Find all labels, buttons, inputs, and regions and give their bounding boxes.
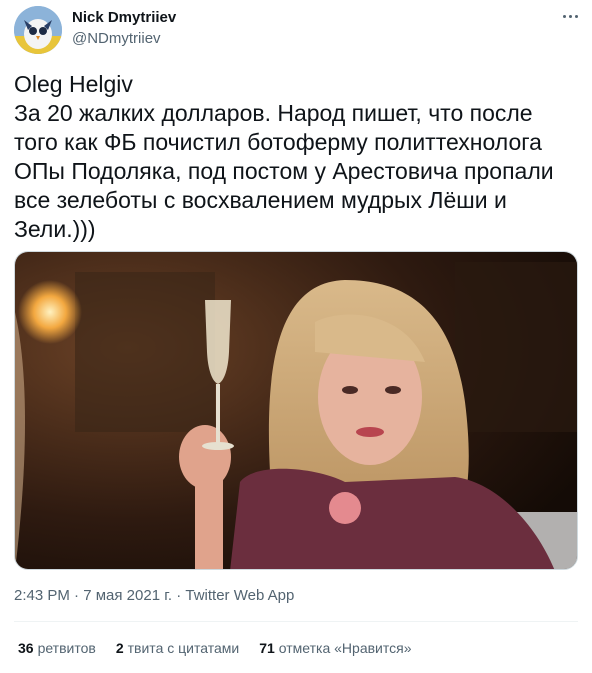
- photo-woman-with-champagne: [15, 252, 577, 569]
- tweet-time[interactable]: 2:43 PM: [14, 587, 70, 604]
- retweets-label: ретвитов: [37, 640, 96, 656]
- author-handle[interactable]: @NDmytriiev: [72, 30, 161, 47]
- tweet-date[interactable]: 7 мая 2021 г.: [83, 587, 172, 604]
- divider: [14, 621, 578, 622]
- tweet-meta: 2:43 PM · 7 мая 2021 г. · Twitter Web Ap…: [14, 587, 294, 604]
- meta-separator: ·: [176, 587, 182, 604]
- avatar[interactable]: [14, 6, 62, 54]
- meta-separator: ·: [74, 587, 80, 604]
- more-options-button[interactable]: [558, 4, 582, 28]
- more-dots-icon: [562, 14, 566, 18]
- tweet-stats: 36 ретвитов 2 твита с цитатами 71 отметка «…: [18, 640, 412, 656]
- likes-count: 71: [259, 640, 275, 656]
- author-name[interactable]: Nick Dmytriiev: [72, 9, 176, 26]
- tweet-media-image[interactable]: [14, 251, 578, 570]
- retweets-stat[interactable]: 36 ретвитов: [18, 640, 96, 656]
- owl-avatar-icon: [14, 6, 62, 54]
- more-dot: [574, 14, 578, 18]
- tweet-card: Nick Dmytriiev @NDmytriiev Oleg Helgiv З…: [0, 0, 592, 673]
- likes-stat[interactable]: 71 отметка «Нравится»: [259, 640, 411, 656]
- tweet-text: Oleg Helgiv За 20 жалких долларов. Народ…: [14, 71, 554, 242]
- quotes-label: твита с цитатами: [127, 640, 240, 656]
- retweets-count: 36: [18, 640, 34, 656]
- quotes-stat[interactable]: 2 твита с цитатами: [116, 640, 239, 656]
- quotes-count: 2: [115, 640, 124, 656]
- tweet-source[interactable]: Twitter Web App: [185, 587, 294, 604]
- likes-label: отметка «Нравится»: [278, 640, 412, 656]
- more-dot: [568, 14, 572, 18]
